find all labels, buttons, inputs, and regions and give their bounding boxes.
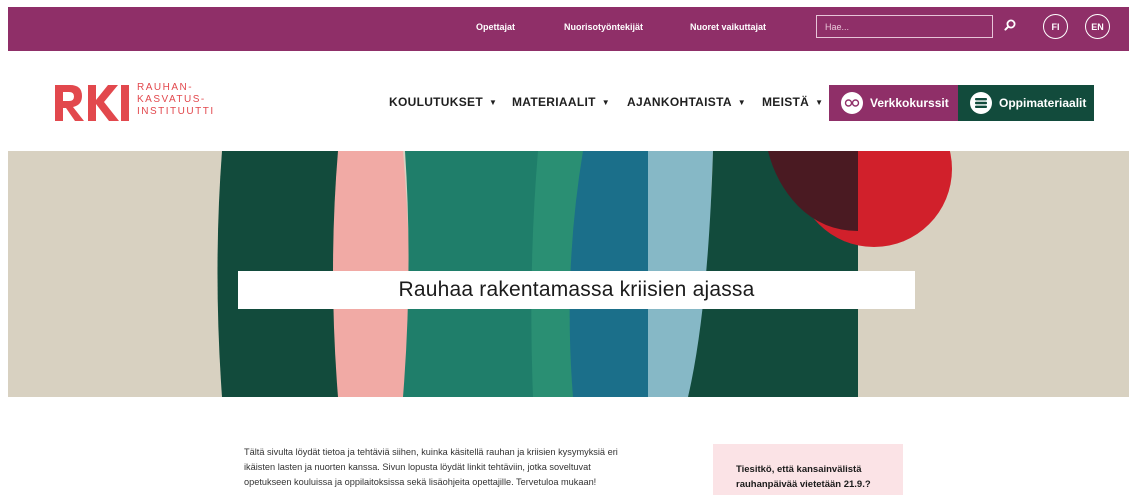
search-icon <box>1004 19 1016 31</box>
intro-text: Tältä sivulta löydät tietoa ja tehtäviä … <box>244 445 684 490</box>
glasses-icon <box>841 92 863 114</box>
online-courses-button[interactable]: Verkkokurssit <box>829 85 958 121</box>
nav-meista[interactable]: MEISTÄ ▼ <box>762 95 823 109</box>
nav-label: MEISTÄ <box>762 95 810 109</box>
language-fi-button[interactable]: FI <box>1043 14 1068 39</box>
language-en-button[interactable]: EN <box>1085 14 1110 39</box>
logo-mark <box>55 85 129 121</box>
nav-ajankohtaista[interactable]: AJANKOHTAISTA ▼ <box>627 95 746 109</box>
logo-line-1: RAUHAN- <box>137 82 194 93</box>
callout-line: Tiesitkö, että kansainvälistä <box>736 464 862 475</box>
book-stack-icon <box>970 92 992 114</box>
toplink-youth-workers[interactable]: Nuorisotyöntekijät <box>564 22 643 32</box>
search-button[interactable] <box>1001 17 1019 35</box>
logo-line-2: KASVATUS- <box>137 94 206 105</box>
intro-line: ikäisten lasten ja nuorten kanssa. Sivun… <box>244 462 591 472</box>
toplink-teachers[interactable]: Opettajat <box>476 22 515 32</box>
top-utility-bar: Opettajat Nuorisotyöntekijät Nuoret vaik… <box>8 7 1129 51</box>
site-header: RAUHAN- KASVATUS- INSTITUUTTI KOULUTUKSE… <box>0 51 1137 151</box>
toplink-young-influencers[interactable]: Nuoret vaikuttajat <box>690 22 766 32</box>
nav-label: AJANKOHTAISTA <box>627 95 732 109</box>
nav-koulutukset[interactable]: KOULUTUKSET ▼ <box>389 95 497 109</box>
caret-down-icon: ▼ <box>601 98 610 107</box>
caret-down-icon: ▼ <box>488 98 498 107</box>
hero-title-box: Rauhaa rakentamassa kriisien ajassa <box>238 271 915 309</box>
nav-materiaalit[interactable]: MATERIAALIT ▼ <box>512 95 610 109</box>
learning-materials-label: Oppimateriaalit <box>999 96 1087 110</box>
intro-line: Tältä sivulta löydät tietoa ja tehtäviä … <box>244 447 618 457</box>
hero-title: Rauhaa rakentamassa kriisien ajassa <box>398 278 755 301</box>
learning-materials-button[interactable]: Oppimateriaalit <box>958 85 1094 121</box>
did-you-know-callout: Tiesitkö, että kansainvälistä rauhanpäiv… <box>713 444 903 495</box>
callout-line: rauhanpäivää vietetään 21.9.? <box>736 479 871 490</box>
online-courses-label: Verkkokurssit <box>870 96 949 110</box>
logo-line-3: INSTITUUTTI <box>137 106 215 117</box>
intro-line: opetukseen kouluissa ja oppilaitoksissa … <box>244 477 597 487</box>
caret-down-icon: ▼ <box>815 98 824 107</box>
nav-label: MATERIAALIT <box>512 95 596 109</box>
caret-down-icon: ▼ <box>737 98 747 107</box>
search-input[interactable] <box>816 15 993 38</box>
nav-label: KOULUTUKSET <box>389 95 483 109</box>
hero-banner: Rauhaa rakentamassa kriisien ajassa <box>8 151 1129 397</box>
logo-wordmark: RAUHAN- KASVATUS- INSTITUUTTI <box>137 82 215 118</box>
site-logo[interactable]: RAUHAN- KASVATUS- INSTITUUTTI <box>53 81 223 123</box>
